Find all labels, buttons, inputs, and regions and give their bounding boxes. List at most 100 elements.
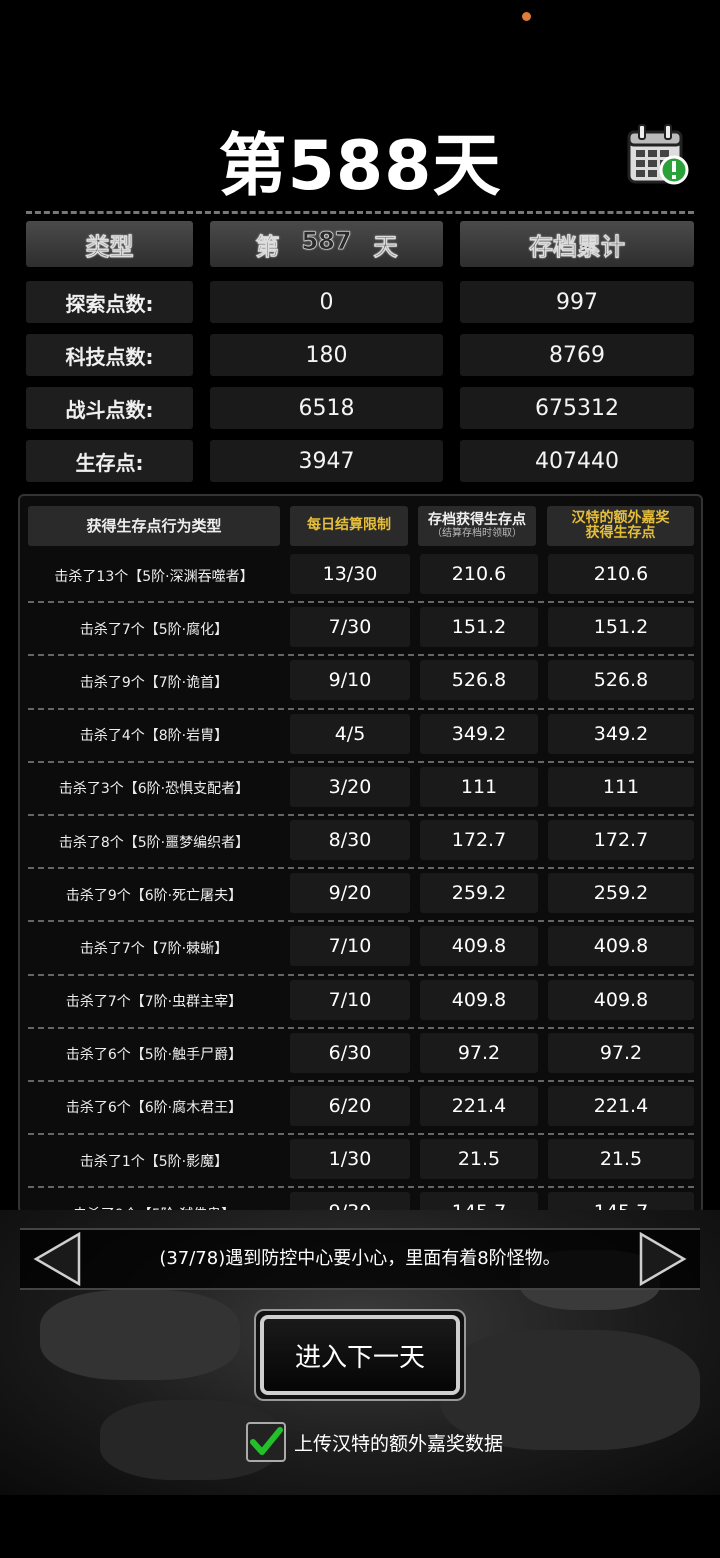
page-title: 第588天 [218, 127, 502, 206]
detail-row: 击杀了9个【7阶·诡首】 9/10 526.8 526.8 [28, 656, 694, 710]
next-day-button[interactable]: 进入下一天 [254, 1309, 466, 1401]
summary-row: 战斗点数: 6518 675312 [26, 387, 694, 429]
detail-row-bonus-points: 21.5 [548, 1139, 694, 1180]
detail-row-bonus-points: 172.7 [548, 819, 694, 860]
upload-label: 上传汉特的额外嘉奖数据 [294, 1432, 504, 1455]
detail-row-action: 击杀了13个【5阶·深渊吞噬者】 [54, 568, 254, 585]
detail-row-archive-points: 409.8 [420, 926, 538, 967]
detail-header-archive-points-note: （结算存档时领取） [432, 528, 522, 540]
summary-day-value: 6518 [210, 387, 443, 429]
survival-points-detail-panel[interactable]: 获得生存点行为类型 每日结算限制 存档获得生存点 （结算存档时领取） 汉特的额外… [18, 494, 703, 1214]
detail-row-limit: 3/20 [290, 766, 410, 807]
detail-row-action: 击杀了8个【5阶·噩梦编织者】 [58, 834, 250, 851]
detail-row-bonus-points: 151.2 [548, 607, 694, 648]
detail-row: 击杀了6个【6阶·腐木君王】 6/20 221.4 221.4 [28, 1082, 694, 1136]
calendar-alert-icon[interactable] [626, 122, 690, 186]
summary-total-value: 675312 [460, 387, 694, 429]
summary-day-value: 3947 [210, 440, 443, 482]
detail-row-bonus-points: 409.8 [548, 926, 694, 967]
day-number: 587 [301, 226, 352, 255]
detail-row: 击杀了3个【6阶·恐惧支配者】 3/20 111 111 [28, 763, 694, 816]
detail-row-bonus-points: 349.2 [548, 713, 694, 754]
summary-day-value: 180 [210, 334, 443, 376]
detail-header-row: 获得生存点行为类型 每日结算限制 存档获得生存点 （结算存档时领取） 汉特的额外… [28, 506, 694, 546]
summary-total-value: 997 [460, 281, 694, 323]
check-icon [250, 1427, 283, 1455]
detail-header-archive-points-label: 存档获得生存点 [428, 511, 526, 528]
detail-row: 击杀了7个【7阶·虫群主宰】 7/10 409.8 409.8 [28, 976, 694, 1029]
detail-row-archive-points: 349.2 [420, 713, 538, 754]
detail-row-action: 击杀了9个【7阶·诡首】 [79, 674, 229, 691]
detail-header-daily-limit: 每日结算限制 [290, 506, 408, 546]
detail-row: 击杀了6个【5阶·触手尸爵】 6/30 97.2 97.2 [28, 1029, 694, 1082]
detail-row-bonus-points: 526.8 [548, 660, 694, 701]
day-suffix: 天 [373, 232, 398, 261]
detail-row-archive-points: 526.8 [420, 660, 538, 701]
detail-row-limit: 7/10 [290, 926, 410, 967]
summary-header-type: 类型 [26, 221, 193, 267]
upload-bonus-toggle[interactable]: 上传汉特的额外嘉奖数据 [246, 1421, 503, 1463]
summary-row: 科技点数: 180 8769 [26, 334, 694, 376]
detail-rows-list[interactable]: 击杀了13个【5阶·深渊吞噬者】 13/30 210.6 210.6 击杀了7个… [28, 550, 694, 1212]
detail-row-action: 击杀了9个【6阶·死亡屠夫】 [65, 887, 243, 904]
summary-total-value: 8769 [460, 334, 694, 376]
detail-row-bonus-points: 221.4 [548, 1085, 694, 1126]
detail-header-bonus-line2: 获得生存点 [585, 525, 656, 541]
detail-row: 击杀了8个【5阶·噩梦编织者】 8/30 172.7 172.7 [28, 816, 694, 870]
detail-row-action: 击杀了1个【5阶·影魔】 [79, 1153, 229, 1170]
summary-day-value: 0 [210, 281, 443, 323]
detail-row: 击杀了9个【6阶·死亡屠夫】 9/20 259.2 259.2 [28, 869, 694, 923]
detail-row-archive-points: 97.2 [420, 1032, 538, 1073]
summary-label: 科技点数: [26, 334, 193, 376]
detail-row: 击杀了1个【5阶·影魔】 1/30 21.5 21.5 [28, 1135, 694, 1189]
rubble-shape [40, 1290, 240, 1380]
detail-row-action: 击杀了7个【5阶·腐化】 [79, 621, 229, 638]
detail-row-limit: 7/10 [290, 979, 410, 1020]
detail-row-bonus-points: 259.2 [548, 873, 694, 914]
detail-row-archive-points: 210.6 [420, 554, 538, 594]
detail-row-limit: 13/30 [290, 554, 410, 594]
detail-row-action: 击杀了6个【5阶·触手尸爵】 [65, 1047, 243, 1064]
summary-label: 生存点: [26, 440, 193, 482]
detail-row-bonus-points: 409.8 [548, 979, 694, 1020]
detail-row-limit: 8/30 [290, 819, 410, 860]
day-prefix: 第 [255, 232, 280, 261]
status-indicator-dot [522, 12, 531, 21]
detail-header-bonus-line1: 汉特的额外嘉奖 [571, 509, 670, 526]
detail-row: 击杀了13个【5阶·深渊吞噬者】 13/30 210.6 210.6 [28, 550, 694, 604]
arrow-right-icon[interactable] [639, 1232, 687, 1286]
detail-row-archive-points: 21.5 [420, 1139, 538, 1180]
detail-row-limit: 7/30 [290, 607, 410, 648]
summary-total-value: 407440 [460, 440, 694, 482]
detail-row-limit: 9/20 [290, 873, 410, 914]
detail-row-limit: 1/30 [290, 1139, 410, 1180]
detail-header-action-type: 获得生存点行为类型 [28, 506, 280, 546]
detail-row-limit: 9/10 [290, 660, 410, 701]
detail-row-limit: 4/5 [290, 713, 410, 754]
summary-label: 战斗点数: [26, 387, 193, 429]
detail-header-archive-points: 存档获得生存点 （结算存档时领取） [418, 506, 536, 546]
detail-row-archive-points: 151.2 [420, 607, 538, 648]
detail-row-archive-points: 409.8 [420, 979, 538, 1020]
detail-row-archive-points: 221.4 [420, 1085, 538, 1126]
detail-row-limit: 6/20 [290, 1085, 410, 1126]
detail-header-bonus: 汉特的额外嘉奖 获得生存点 [547, 506, 694, 546]
tip-text: (37/78)遇到防控中心要小心，里面有着8阶怪物。 [159, 1248, 561, 1269]
summary-header-day: 第 587 天 [210, 221, 443, 267]
detail-row-action: 击杀了4个【8阶·岩胄】 [79, 728, 229, 745]
upload-checkbox[interactable] [246, 1422, 286, 1462]
detail-header-daily-limit-label: 每日结算限制 [307, 517, 391, 534]
summary-header-row: 类型 第 587 天 存档累计 [26, 221, 694, 267]
detail-row-action: 击杀了6个【6阶·腐木君王】 [65, 1100, 243, 1117]
detail-header-action-type-label: 获得生存点行为类型 [86, 516, 222, 535]
top-divider [26, 211, 694, 214]
summary-row: 探索点数: 0 997 [26, 281, 694, 323]
summary-row: 生存点: 3947 407440 [26, 440, 694, 482]
detail-row-archive-points: 172.7 [420, 819, 538, 860]
summary-label: 探索点数: [26, 281, 193, 323]
detail-row-bonus-points: 210.6 [548, 554, 694, 594]
detail-row: 击杀了7个【5阶·腐化】 7/30 151.2 151.2 [28, 603, 694, 657]
summary-header-archive-total: 存档累计 [460, 221, 694, 267]
detail-row-action: 击杀了3个【6阶·恐惧支配者】 [58, 781, 250, 798]
arrow-left-icon[interactable] [33, 1232, 81, 1286]
